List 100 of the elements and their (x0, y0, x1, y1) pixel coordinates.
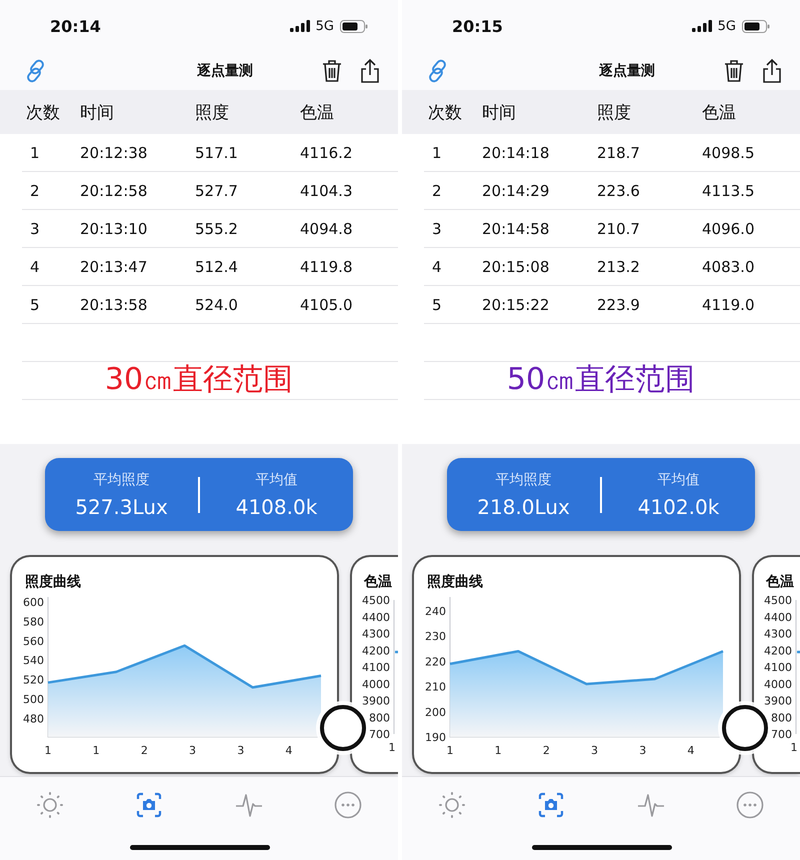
tick-label: 2 (140, 744, 148, 757)
summary-label: 平均照度 (94, 470, 150, 488)
tick-label: 560 (23, 634, 44, 648)
table-cell-text: 20:15:08 (482, 258, 550, 276)
summary-value: 4108.0k (236, 494, 318, 518)
table-cell-text: 20:13:10 (80, 220, 148, 238)
table-cell-text: 555.2 (195, 220, 239, 238)
camera-icon[interactable] (135, 791, 164, 819)
summary-value: 527.3Lux (75, 494, 168, 518)
tick-label: 540 (23, 654, 44, 668)
tick-label: 4200 (362, 644, 390, 658)
table-cell-text: 4083.0 (702, 258, 756, 276)
tick-label: 4300 (362, 628, 390, 640)
table-cell-text: 218.7 (597, 144, 641, 162)
tick-label: 240 (425, 604, 446, 618)
share-icon[interactable] (762, 58, 782, 84)
table-cell-text: 210.7 (597, 220, 641, 238)
table-cell-text: 5 (432, 296, 443, 314)
tick-label: 4000 (764, 678, 792, 691)
tick-label: 4100 (362, 661, 390, 674)
table-cell-text: 3 (432, 220, 443, 238)
tick-label: 4 (285, 744, 292, 757)
table-cell-text: 2 (432, 182, 443, 200)
column-header: 色温 (702, 102, 737, 124)
share-icon[interactable] (360, 58, 380, 84)
table-cell-text: 4094.8 (300, 220, 354, 238)
table-cell-text: 512.4 (195, 258, 239, 276)
tick-label: 1 (44, 744, 52, 757)
table-cell-text: 20:15:22 (482, 296, 550, 314)
tick-label: 200 (425, 706, 446, 719)
tick-label: 520 (23, 674, 44, 687)
trash-icon[interactable] (724, 59, 744, 83)
trash-icon[interactable] (322, 59, 342, 83)
table-cell-text: 527.7 (195, 182, 239, 200)
nav-title: 逐点量测 (598, 62, 656, 80)
table-cell-text: 524.0 (195, 296, 239, 314)
table-cell-text: 5 (30, 296, 41, 314)
table-cell-text: 1 (30, 144, 41, 162)
table-cell-text: 20:13:58 (80, 296, 148, 314)
tick-label: 3900 (362, 694, 390, 708)
more-icon[interactable] (334, 791, 362, 819)
network-label: 5G (316, 18, 334, 34)
table-cell-text: 4119.0 (702, 296, 756, 314)
pulse-icon[interactable] (234, 791, 263, 819)
network-label: 5G (718, 18, 736, 34)
table-cell-text: 20:13:47 (80, 258, 148, 276)
status-time: 20:14 (50, 16, 102, 36)
tick-label: 4 (687, 744, 694, 757)
tick-label: 1 (494, 744, 502, 757)
tick-label: 4000 (362, 678, 390, 691)
column-header: 时间 (482, 102, 517, 124)
tick-label: 4300 (764, 628, 792, 640)
table-cell-text: 4113.5 (702, 182, 756, 200)
chart-title: 照度曲线 (427, 573, 483, 591)
more-icon[interactable] (736, 791, 764, 819)
column-header: 次数 (26, 102, 61, 124)
sun-icon[interactable] (36, 791, 64, 819)
column-header: 照度 (597, 102, 632, 124)
battery-icon (340, 20, 368, 32)
tick-label: 4100 (764, 661, 792, 674)
chart-line (395, 650, 398, 654)
tick-label: 480 (23, 712, 44, 726)
table-cell-text: 2 (30, 182, 41, 200)
summary-label: 平均值 (658, 470, 700, 488)
tick-label: 1 (92, 744, 100, 757)
chart-title: 色温 (766, 573, 794, 591)
tick-label: 4200 (764, 644, 792, 658)
column-header: 次数 (428, 102, 463, 124)
camera-icon[interactable] (537, 791, 566, 819)
tick-label: 500 (23, 693, 44, 706)
table-cell-text: 4 (30, 258, 41, 276)
tick-label: 1 (446, 744, 454, 757)
column-header: 时间 (80, 102, 115, 124)
table-cell-text: 4116.2 (300, 144, 354, 162)
summary-label: 平均值 (256, 470, 298, 488)
tick-label: 220 (425, 655, 446, 668)
tick-label: 700 (771, 728, 792, 741)
table-cell-text: 20:14:29 (482, 182, 550, 200)
status-time: 20:15 (452, 16, 504, 36)
table-cell-text: 517.1 (195, 144, 239, 162)
table-cell-text: 20:12:38 (80, 144, 148, 162)
tick-label: 190 (425, 731, 446, 744)
summary-value: 218.0Lux (477, 494, 570, 518)
tick-label: 3 (639, 744, 646, 757)
table-cell-text: 4096.0 (702, 220, 756, 238)
pulse-icon[interactable] (636, 791, 665, 819)
caption-text: 30㎝直径范围 (104, 360, 294, 398)
tick-label: 3 (189, 744, 196, 757)
tick-label: 800 (369, 711, 390, 724)
table-cell-text: 213.2 (597, 258, 641, 276)
signal-icon (290, 20, 310, 32)
tick-label: 1 (790, 741, 798, 754)
tick-label: 4400 (764, 610, 792, 624)
column-header: 照度 (195, 102, 230, 124)
chart-title: 色温 (364, 573, 392, 591)
sun-icon[interactable] (438, 791, 466, 819)
table-cell-text: 20:12:58 (80, 182, 148, 200)
tick-label: 2 (542, 744, 550, 757)
caption-text: 50㎝直径范围 (506, 360, 696, 398)
tick-label: 700 (369, 728, 390, 741)
